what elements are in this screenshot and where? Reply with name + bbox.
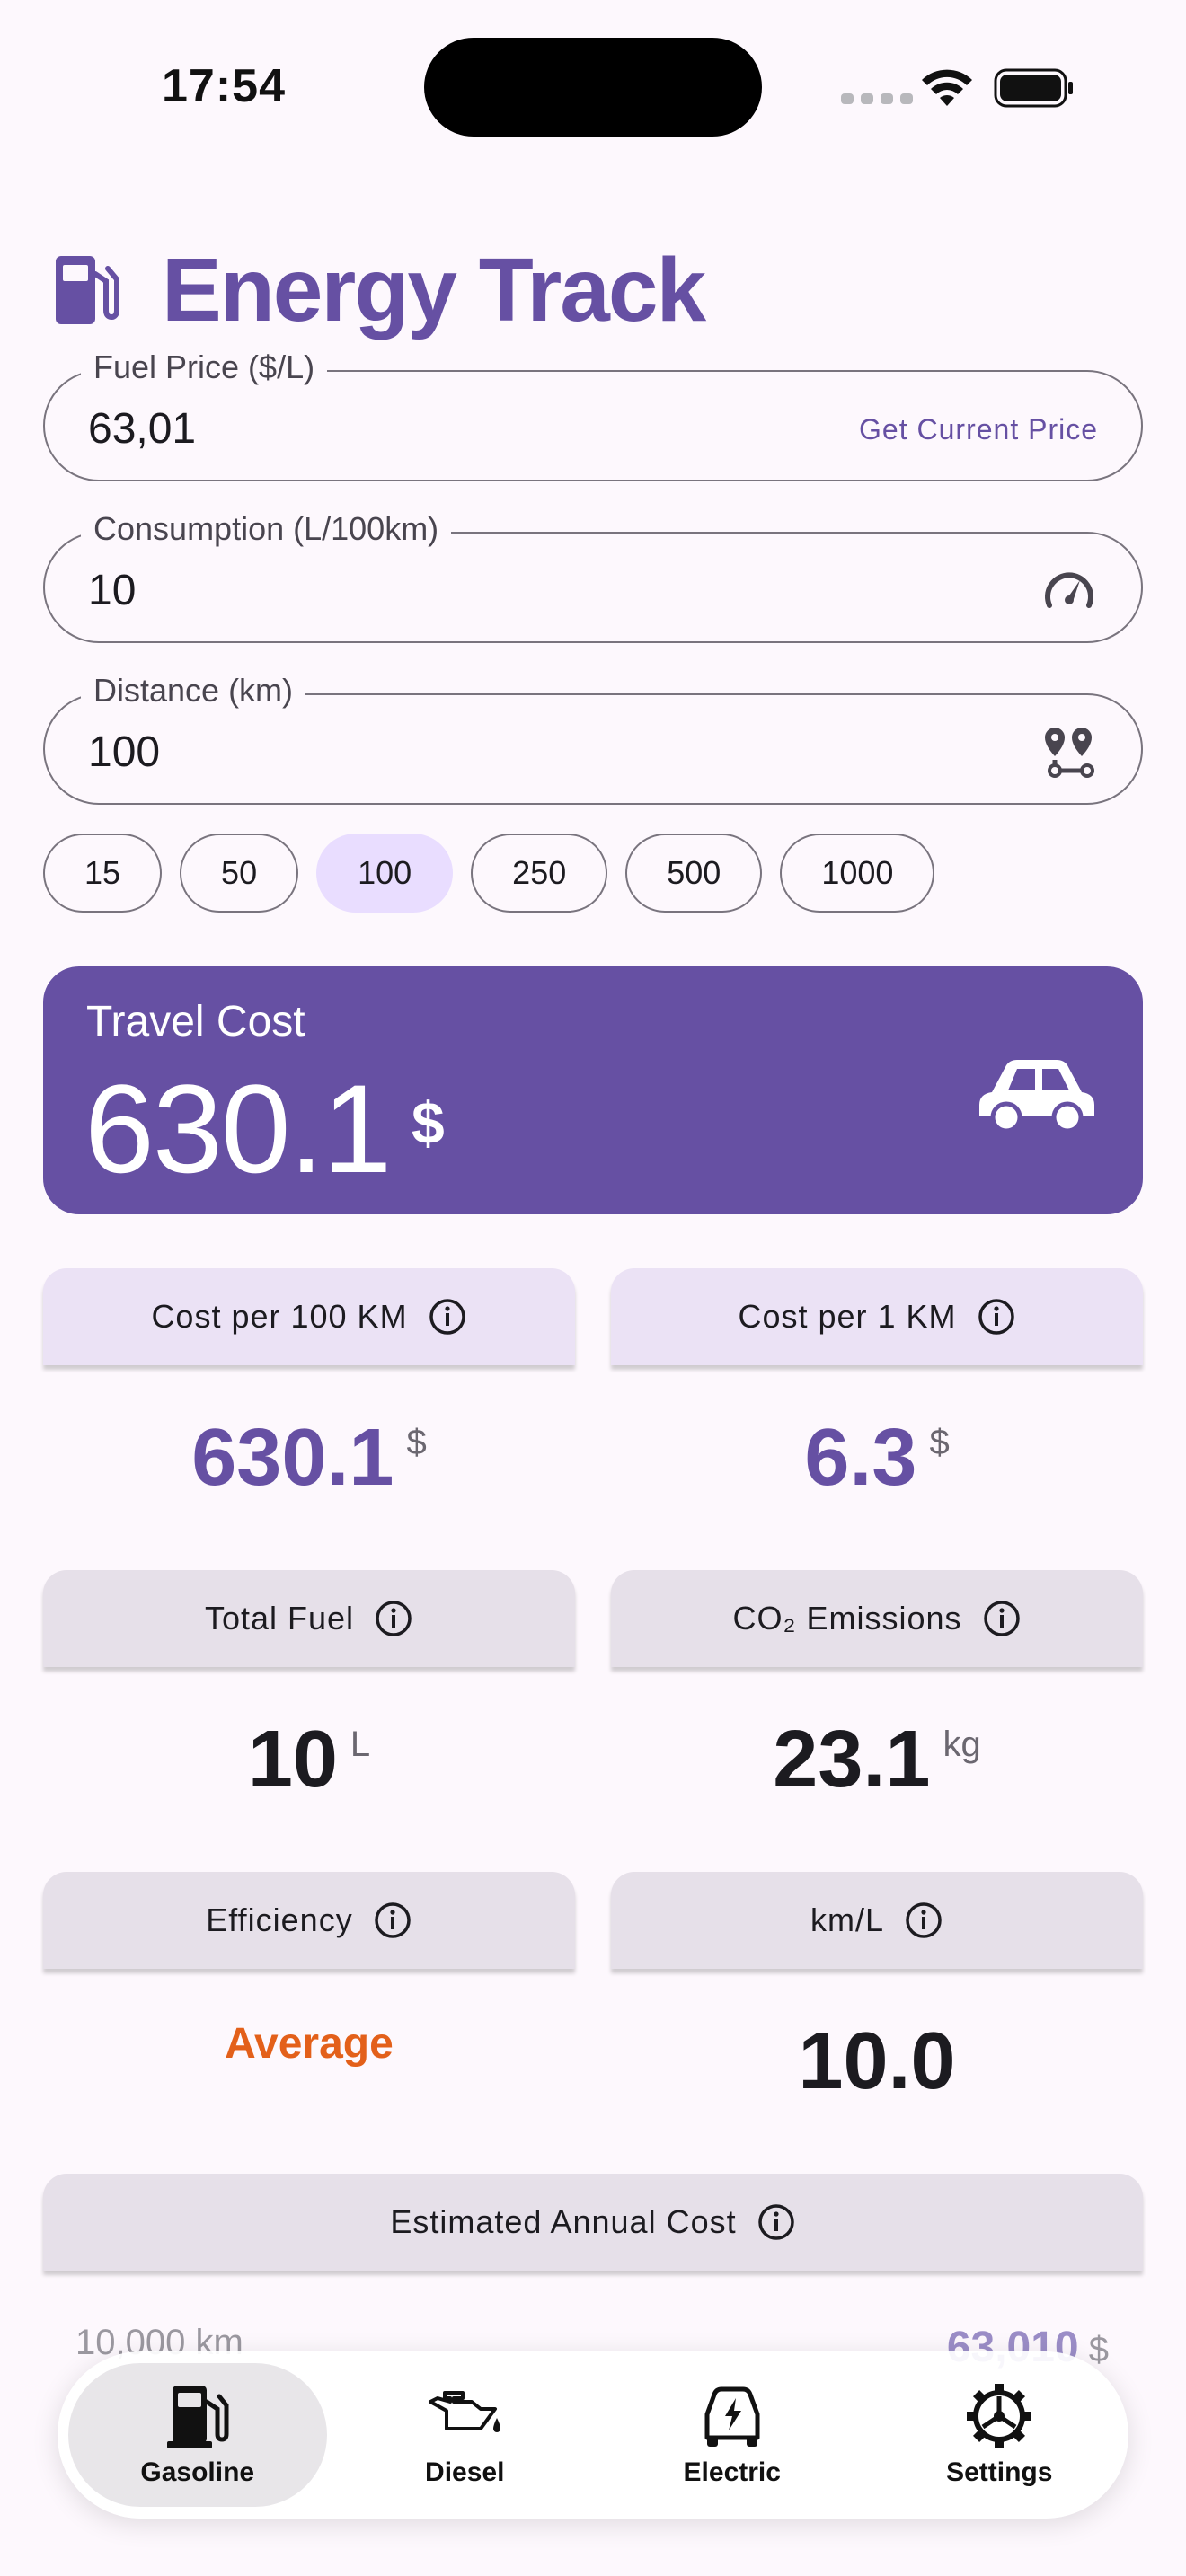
cellular-signal-icon xyxy=(841,93,913,104)
info-icon[interactable] xyxy=(374,1599,413,1638)
cost-per-1km-value: 6.3 xyxy=(804,1413,917,1503)
km-per-l-value: 10.0 xyxy=(798,2016,956,2106)
info-icon[interactable] xyxy=(428,1297,467,1337)
total-fuel-value-row: 10 L xyxy=(43,1714,575,1806)
chip-500[interactable]: 500 xyxy=(625,834,763,913)
total-fuel-unit: L xyxy=(350,1725,371,1764)
efficiency-header[interactable]: Efficiency xyxy=(43,1872,575,1969)
efficiency-label: Efficiency xyxy=(206,1901,353,1938)
chip-1000[interactable]: 1000 xyxy=(780,834,935,913)
co2-emissions-header[interactable]: CO₂ Emissions xyxy=(611,1570,1143,1667)
annual-cost-label: Estimated Annual Cost xyxy=(390,2203,737,2240)
get-current-price-button[interactable]: Get Current Price xyxy=(859,413,1098,446)
consumption-field[interactable]: Consumption (L/100km) 10 xyxy=(43,510,1143,643)
chip-50[interactable]: 50 xyxy=(180,834,299,913)
co2-value-row: 23.1 kg xyxy=(611,1714,1143,1806)
nav-gasoline[interactable]: Gasoline xyxy=(68,2363,327,2507)
nav-settings[interactable]: Settings xyxy=(871,2363,1129,2507)
travel-cost-card: Travel Cost 630.1 $ xyxy=(43,966,1143,1214)
status-bar: 17:54 xyxy=(0,0,1186,171)
info-icon[interactable] xyxy=(373,1901,412,1940)
co2-emissions-label: CO₂ Emissions xyxy=(732,1600,962,1636)
nav-gasoline-label: Gasoline xyxy=(140,2457,255,2487)
app-title: Energy Track xyxy=(162,239,706,340)
consumption-input[interactable]: 10 xyxy=(88,566,136,615)
cost-per-1km-header[interactable]: Cost per 1 KM xyxy=(611,1268,1143,1365)
travel-cost-label: Travel Cost xyxy=(86,998,305,1045)
co2-value: 23.1 xyxy=(773,1715,931,1804)
travel-cost-unit: $ xyxy=(412,1090,445,1156)
info-icon[interactable] xyxy=(977,1297,1016,1337)
co2-unit: kg xyxy=(943,1725,981,1764)
distance-input[interactable]: 100 xyxy=(88,728,160,777)
chip-100[interactable]: 100 xyxy=(316,834,454,913)
total-fuel-header[interactable]: Total Fuel xyxy=(43,1570,575,1667)
nav-settings-label: Settings xyxy=(946,2457,1053,2487)
nav-electric[interactable]: Electric xyxy=(603,2363,862,2507)
route-pins-icon xyxy=(1045,728,1094,778)
cost-per-1km-value-row: 6.3 $ xyxy=(611,1412,1143,1504)
km-per-l-label: km/L xyxy=(810,1901,884,1938)
info-icon[interactable] xyxy=(757,2202,796,2242)
fuel-price-field[interactable]: Fuel Price ($/L) 63,01 Get Current Price xyxy=(43,348,1143,481)
distance-field[interactable]: Distance (km) 100 xyxy=(43,672,1143,805)
nav-diesel-label: Diesel xyxy=(425,2457,505,2487)
total-fuel-value: 10 xyxy=(247,1715,338,1804)
electric-car-icon xyxy=(704,2386,760,2447)
cost-per-100km-value: 630.1 xyxy=(191,1413,394,1503)
annual-cost-header[interactable]: Estimated Annual Cost xyxy=(43,2174,1143,2271)
nav-electric-label: Electric xyxy=(683,2457,781,2487)
wifi-icon xyxy=(922,69,972,106)
gear-icon xyxy=(967,2384,1032,2448)
consumption-label: Consumption (L/100km) xyxy=(81,510,452,548)
car-icon xyxy=(979,1060,1094,1132)
dynamic-island xyxy=(424,38,762,137)
status-time: 17:54 xyxy=(162,60,286,112)
total-fuel-label: Total Fuel xyxy=(204,1600,355,1636)
battery-icon xyxy=(994,68,1073,108)
efficiency-value: Average xyxy=(225,2020,394,2068)
cost-per-100km-label: Cost per 100 KM xyxy=(151,1298,408,1335)
app-header: Energy Track xyxy=(54,239,706,340)
travel-cost-value: 630.1 xyxy=(84,1058,392,1199)
chip-250[interactable]: 250 xyxy=(471,834,608,913)
fuel-pump-icon xyxy=(56,256,119,324)
cost-per-100km-value-row: 630.1 $ xyxy=(43,1412,575,1504)
info-icon[interactable] xyxy=(982,1599,1022,1638)
km-per-l-header[interactable]: km/L xyxy=(611,1872,1143,1969)
cost-per-1km-unit: $ xyxy=(929,1423,950,1462)
distance-label: Distance (km) xyxy=(81,672,306,710)
nav-diesel[interactable]: Diesel xyxy=(336,2363,595,2507)
cost-per-100km-unit: $ xyxy=(406,1423,427,1462)
fuel-price-label: Fuel Price ($/L) xyxy=(81,348,328,386)
distance-preset-chips: 15 50 100 250 500 1000 xyxy=(43,834,935,913)
fuel-price-input[interactable]: 63,01 xyxy=(88,404,196,454)
info-icon[interactable] xyxy=(904,1901,943,1940)
oil-can-icon xyxy=(429,2391,501,2432)
cost-per-100km-header[interactable]: Cost per 100 KM xyxy=(43,1268,575,1365)
cost-per-1km-label: Cost per 1 KM xyxy=(738,1298,957,1335)
annual-unit: $ xyxy=(1088,2330,1109,2369)
bottom-navigation: Gasoline Diesel Electric Settings xyxy=(58,2351,1128,2519)
fuel-pump-icon xyxy=(166,2386,229,2448)
speedometer-icon xyxy=(1045,572,1093,608)
chip-15[interactable]: 15 xyxy=(43,834,163,913)
